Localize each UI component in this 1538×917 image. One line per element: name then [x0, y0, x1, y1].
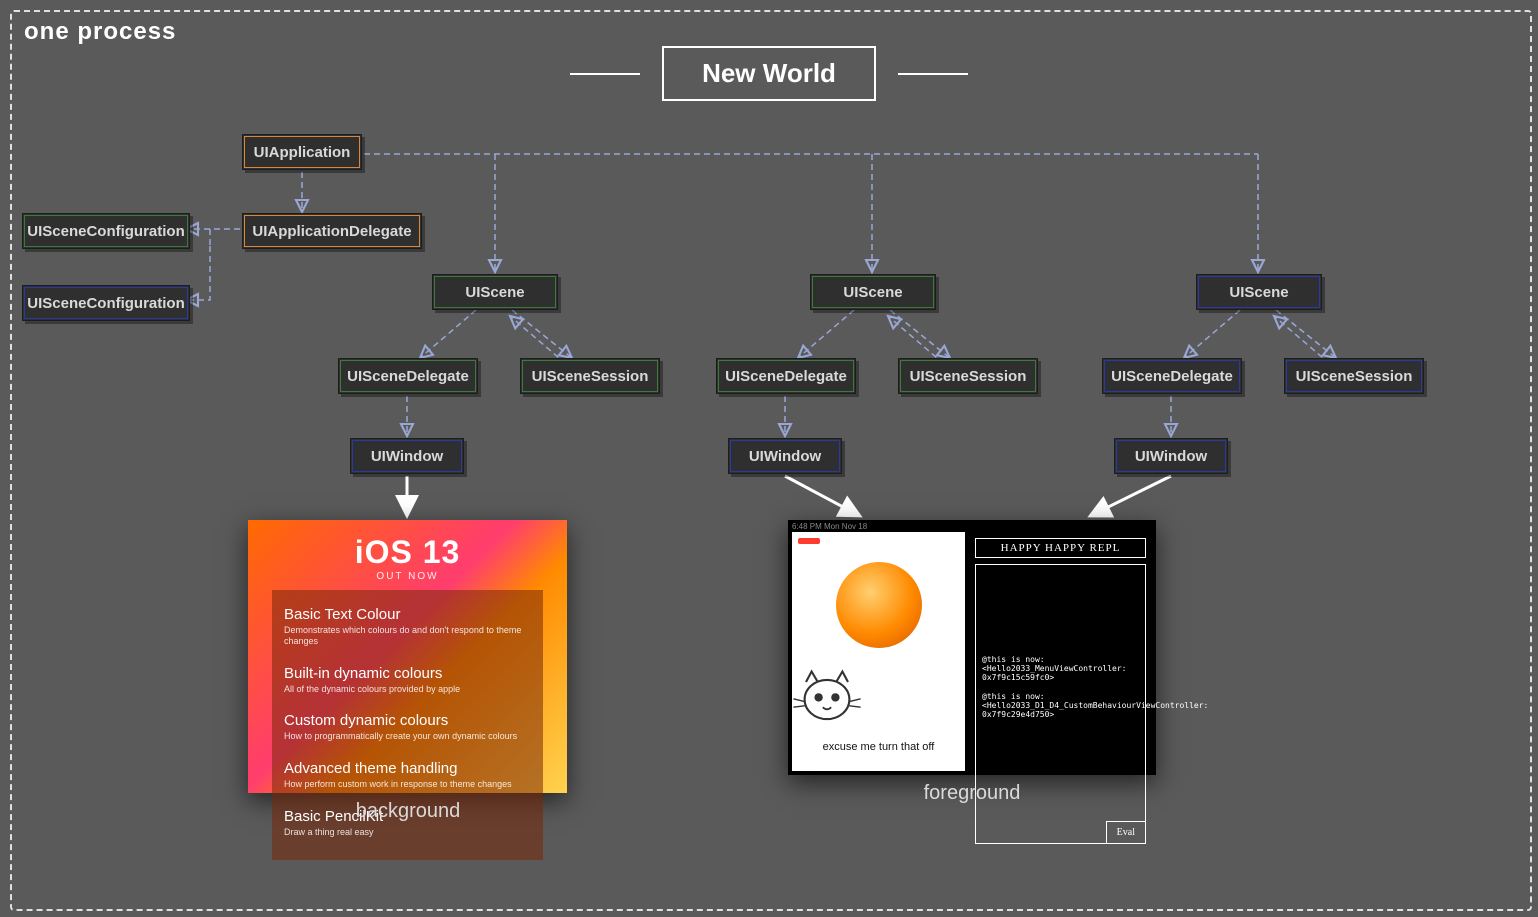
eval-button[interactable]: Eval: [1106, 821, 1146, 844]
repl-line: @this is now:: [982, 655, 1139, 664]
title-rule-left: [570, 73, 640, 75]
splitview-right-pane: HAPPY HAPPY REPL @this is now: <Hello203…: [969, 532, 1152, 771]
node-uiwindow-2: UIWindow: [728, 438, 842, 474]
node-uiscenedelegate-2: UISceneDelegate: [716, 358, 856, 394]
cat-icon: [792, 666, 862, 726]
caption-background: background: [258, 800, 558, 823]
item-title: Advanced theme handling: [284, 760, 531, 777]
repl-title: HAPPY HAPPY REPL: [975, 538, 1146, 558]
node-uiscenedelegate-3: UISceneDelegate: [1102, 358, 1242, 394]
node-uiwindow-1: UIWindow: [350, 438, 464, 474]
ios13-title: iOS 13: [355, 534, 461, 570]
diagram-title: New World: [0, 46, 1538, 101]
mock-ipad-splitview: 6:48 PM Mon Nov 18 excuse me turn that o…: [788, 520, 1156, 775]
node-uiapplicationdelegate: UIApplicationDelegate: [242, 213, 422, 249]
node-uiscene-2: UIScene: [810, 274, 936, 310]
item-sub: All of the dynamic colours provided by a…: [284, 684, 531, 695]
repl-line: <Hello2033_MenuViewController: 0x7f9c15c…: [982, 664, 1139, 682]
accent-bar: [798, 538, 820, 544]
node-uiscenesession-3: UISceneSession: [1284, 358, 1424, 394]
caption-foreground: foreground: [822, 782, 1122, 805]
splitview-left-pane: excuse me turn that off: [792, 532, 965, 771]
list-item: Advanced theme handling How perform custo…: [284, 752, 531, 800]
item-sub: How to programmatically create your own …: [284, 731, 531, 742]
node-uiscenesession-1: UISceneSession: [520, 358, 660, 394]
node-uiwindow-3: UIWindow: [1114, 438, 1228, 474]
node-uiapplication: UIApplication: [242, 134, 362, 170]
ios13-header: iOS 13 OUT NOW: [248, 520, 567, 582]
item-sub: Draw a thing real easy: [284, 827, 531, 838]
repl-line: @this is now:: [982, 692, 1139, 701]
node-uisceneconfiguration-2: UISceneConfiguration: [22, 285, 190, 321]
process-label: one process: [24, 18, 176, 46]
node-uiscene-1: UIScene: [432, 274, 558, 310]
node-uiscenesession-2: UISceneSession: [898, 358, 1038, 394]
item-sub: Demonstrates which colours do and don't …: [284, 625, 531, 647]
item-title: Basic Text Colour: [284, 606, 531, 623]
list-item: Custom dynamic colours How to programmati…: [284, 704, 531, 752]
item-sub: How perform custom work in response to t…: [284, 779, 531, 790]
title-text: New World: [662, 46, 876, 101]
leftpane-caption: excuse me turn that off: [792, 741, 965, 753]
title-rule-right: [898, 73, 968, 75]
sun-image: [836, 562, 922, 648]
node-uiscenedelegate-1: UISceneDelegate: [338, 358, 478, 394]
ios13-subtitle: OUT NOW: [248, 571, 567, 582]
node-uiscene-3: UIScene: [1196, 274, 1322, 310]
list-item: Built-in dynamic colours All of the dynam…: [284, 657, 531, 705]
item-title: Custom dynamic colours: [284, 712, 531, 729]
node-uisceneconfiguration-1: UISceneConfiguration: [22, 213, 190, 249]
list-item: Basic Text Colour Demonstrates which colo…: [284, 598, 531, 657]
repl-line: <Hello2033_D1_D4_CustomBehaviourViewCont…: [982, 701, 1139, 719]
mock-ios13-app: iOS 13 OUT NOW Basic Text Colour Demonstr…: [248, 520, 567, 793]
item-title: Built-in dynamic colours: [284, 665, 531, 682]
